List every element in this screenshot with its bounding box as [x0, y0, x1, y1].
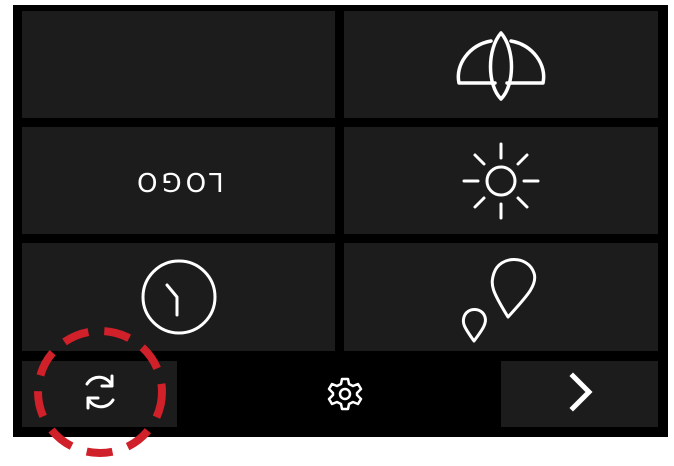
lotus-leaf-icon: [451, 25, 551, 105]
next-button[interactable]: [501, 361, 658, 427]
clock-icon: [137, 255, 221, 339]
drops-tile[interactable]: [344, 243, 658, 351]
gear-icon: [327, 376, 363, 416]
sun-icon: [456, 136, 546, 226]
refresh-button[interactable]: [22, 361, 177, 427]
sun-tile[interactable]: [344, 127, 658, 234]
empty-tile[interactable]: [22, 11, 335, 118]
settings-button[interactable]: [315, 371, 375, 421]
leaf-tile[interactable]: [344, 11, 658, 118]
logo-tile[interactable]: LOGO: [22, 127, 335, 234]
logo-text: LOGO: [133, 165, 224, 196]
device-screen: LOGO: [13, 5, 668, 437]
clock-tile[interactable]: [22, 243, 335, 351]
refresh-icon: [78, 370, 122, 418]
chevron-right-icon: [565, 370, 595, 418]
water-drops-icon: [456, 247, 546, 347]
